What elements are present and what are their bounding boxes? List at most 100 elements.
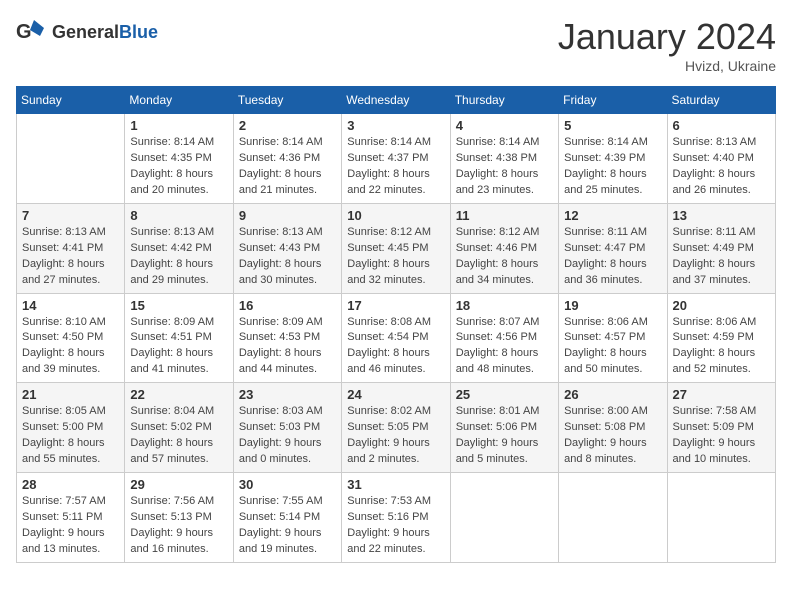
calendar-cell: 18 Sunrise: 8:07 AM Sunset: 4:56 PM Dayli…: [450, 293, 558, 383]
day-info: Sunrise: 8:11 AM Sunset: 4:49 PM Dayligh…: [673, 225, 770, 289]
calendar-cell: 12 Sunrise: 8:11 AM Sunset: 4:47 PM Dayli…: [559, 203, 667, 293]
calendar-week-row: 1 Sunrise: 8:14 AM Sunset: 4:35 PM Daylig…: [17, 114, 776, 204]
calendar-cell: 13 Sunrise: 8:11 AM Sunset: 4:49 PM Dayli…: [667, 203, 775, 293]
day-info: Sunrise: 8:14 AM Sunset: 4:35 PM Dayligh…: [130, 135, 227, 199]
day-info: Sunrise: 8:14 AM Sunset: 4:37 PM Dayligh…: [347, 135, 444, 199]
day-info: Sunrise: 8:06 AM Sunset: 4:57 PM Dayligh…: [564, 315, 661, 379]
day-number: 24: [347, 387, 444, 402]
day-number: 25: [456, 387, 553, 402]
day-info: Sunrise: 8:10 AM Sunset: 4:50 PM Dayligh…: [22, 315, 119, 379]
calendar-cell: 4 Sunrise: 8:14 AM Sunset: 4:38 PM Daylig…: [450, 114, 558, 204]
calendar-cell: 16 Sunrise: 8:09 AM Sunset: 4:53 PM Dayli…: [233, 293, 341, 383]
calendar-cell: 27 Sunrise: 7:58 AM Sunset: 5:09 PM Dayli…: [667, 383, 775, 473]
day-number: 22: [130, 387, 227, 402]
calendar-cell: 22Sunrise: 8:04 AM Sunset: 5:02 PM Dayli…: [125, 383, 233, 473]
day-number: 12: [564, 208, 661, 223]
day-number: 10: [347, 208, 444, 223]
calendar-cell: [667, 473, 775, 563]
day-number: 8: [130, 208, 227, 223]
calendar-cell: 1 Sunrise: 8:14 AM Sunset: 4:35 PM Daylig…: [125, 114, 233, 204]
calendar-cell: 25 Sunrise: 8:01 AM Sunset: 5:06 PM Dayli…: [450, 383, 558, 473]
day-of-week-header: Thursday: [450, 87, 558, 114]
day-info: Sunrise: 8:00 AM Sunset: 5:08 PM Dayligh…: [564, 404, 661, 468]
calendar-cell: 11Sunrise: 8:12 AM Sunset: 4:46 PM Dayli…: [450, 203, 558, 293]
day-number: 4: [456, 118, 553, 133]
calendar-cell: [559, 473, 667, 563]
day-number: 17: [347, 298, 444, 313]
calendar-cell: 10Sunrise: 8:12 AM Sunset: 4:45 PM Dayli…: [342, 203, 450, 293]
day-number: 20: [673, 298, 770, 313]
calendar-cell: 19 Sunrise: 8:06 AM Sunset: 4:57 PM Dayli…: [559, 293, 667, 383]
calendar-cell: 28Sunrise: 7:57 AM Sunset: 5:11 PM Dayli…: [17, 473, 125, 563]
calendar-week-row: 28Sunrise: 7:57 AM Sunset: 5:11 PM Dayli…: [17, 473, 776, 563]
day-of-week-header: Sunday: [17, 87, 125, 114]
day-of-week-header: Friday: [559, 87, 667, 114]
calendar-cell: 3Sunrise: 8:14 AM Sunset: 4:37 PM Daylig…: [342, 114, 450, 204]
day-info: Sunrise: 8:02 AM Sunset: 5:05 PM Dayligh…: [347, 404, 444, 468]
calendar-cell: 14 Sunrise: 8:10 AM Sunset: 4:50 PM Dayli…: [17, 293, 125, 383]
day-info: Sunrise: 8:09 AM Sunset: 4:51 PM Dayligh…: [130, 315, 227, 379]
day-info: Sunrise: 8:01 AM Sunset: 5:06 PM Dayligh…: [456, 404, 553, 468]
day-info: Sunrise: 8:07 AM Sunset: 4:56 PM Dayligh…: [456, 315, 553, 379]
calendar-week-row: 7Sunrise: 8:13 AM Sunset: 4:41 PM Daylig…: [17, 203, 776, 293]
day-number: 11: [456, 208, 553, 223]
calendar-week-row: 14 Sunrise: 8:10 AM Sunset: 4:50 PM Dayli…: [17, 293, 776, 383]
calendar-cell: 6Sunrise: 8:13 AM Sunset: 4:40 PM Daylig…: [667, 114, 775, 204]
calendar-cell: 24 Sunrise: 8:02 AM Sunset: 5:05 PM Dayli…: [342, 383, 450, 473]
calendar-cell: 8 Sunrise: 8:13 AM Sunset: 4:42 PM Daylig…: [125, 203, 233, 293]
calendar-cell: [17, 114, 125, 204]
calendar-cell: 15 Sunrise: 8:09 AM Sunset: 4:51 PM Dayli…: [125, 293, 233, 383]
day-number: 21: [22, 387, 119, 402]
day-info: Sunrise: 8:14 AM Sunset: 4:36 PM Dayligh…: [239, 135, 336, 199]
day-number: 16: [239, 298, 336, 313]
day-number: 26: [564, 387, 661, 402]
day-info: Sunrise: 7:53 AM Sunset: 5:16 PM Dayligh…: [347, 494, 444, 558]
day-info: Sunrise: 8:14 AM Sunset: 4:38 PM Dayligh…: [456, 135, 553, 199]
day-number: 15: [130, 298, 227, 313]
svg-text:G: G: [16, 21, 32, 43]
location-subtitle: Hvizd, Ukraine: [558, 58, 776, 74]
day-number: 18: [456, 298, 553, 313]
calendar-cell: 20 Sunrise: 8:06 AM Sunset: 4:59 PM Dayli…: [667, 293, 775, 383]
day-number: 1: [130, 118, 227, 133]
day-info: Sunrise: 7:58 AM Sunset: 5:09 PM Dayligh…: [673, 404, 770, 468]
logo-blue-text: Blue: [119, 22, 158, 42]
day-info: Sunrise: 8:14 AM Sunset: 4:39 PM Dayligh…: [564, 135, 661, 199]
calendar-cell: 17Sunrise: 8:08 AM Sunset: 4:54 PM Dayli…: [342, 293, 450, 383]
logo-icon: G: [16, 16, 48, 48]
day-number: 5: [564, 118, 661, 133]
day-info: Sunrise: 8:09 AM Sunset: 4:53 PM Dayligh…: [239, 315, 336, 379]
calendar-cell: 23Sunrise: 8:03 AM Sunset: 5:03 PM Dayli…: [233, 383, 341, 473]
page-header: G GeneralBlue January 2024 Hvizd, Ukrain…: [16, 16, 776, 74]
day-number: 9: [239, 208, 336, 223]
day-info: Sunrise: 8:05 AM Sunset: 5:00 PM Dayligh…: [22, 404, 119, 468]
calendar-cell: 21 Sunrise: 8:05 AM Sunset: 5:00 PM Dayli…: [17, 383, 125, 473]
day-number: 6: [673, 118, 770, 133]
calendar-cell: [450, 473, 558, 563]
calendar-header-row: SundayMondayTuesdayWednesdayThursdayFrid…: [17, 87, 776, 114]
calendar-table: SundayMondayTuesdayWednesdayThursdayFrid…: [16, 86, 776, 563]
day-info: Sunrise: 8:11 AM Sunset: 4:47 PM Dayligh…: [564, 225, 661, 289]
day-info: Sunrise: 7:55 AM Sunset: 5:14 PM Dayligh…: [239, 494, 336, 558]
day-number: 19: [564, 298, 661, 313]
calendar-cell: 9Sunrise: 8:13 AM Sunset: 4:43 PM Daylig…: [233, 203, 341, 293]
day-number: 13: [673, 208, 770, 223]
day-number: 27: [673, 387, 770, 402]
logo: G GeneralBlue: [16, 16, 158, 48]
day-of-week-header: Tuesday: [233, 87, 341, 114]
day-of-week-header: Wednesday: [342, 87, 450, 114]
day-number: 23: [239, 387, 336, 402]
logo-general-text: General: [52, 22, 119, 42]
calendar-cell: 30Sunrise: 7:55 AM Sunset: 5:14 PM Dayli…: [233, 473, 341, 563]
day-info: Sunrise: 7:56 AM Sunset: 5:13 PM Dayligh…: [130, 494, 227, 558]
day-info: Sunrise: 8:13 AM Sunset: 4:41 PM Dayligh…: [22, 225, 119, 289]
title-area: January 2024 Hvizd, Ukraine: [558, 16, 776, 74]
day-number: 29: [130, 477, 227, 492]
day-of-week-header: Saturday: [667, 87, 775, 114]
day-number: 14: [22, 298, 119, 313]
calendar-cell: 26 Sunrise: 8:00 AM Sunset: 5:08 PM Dayli…: [559, 383, 667, 473]
day-info: Sunrise: 8:06 AM Sunset: 4:59 PM Dayligh…: [673, 315, 770, 379]
calendar-cell: 5 Sunrise: 8:14 AM Sunset: 4:39 PM Daylig…: [559, 114, 667, 204]
day-number: 2: [239, 118, 336, 133]
day-info: Sunrise: 8:13 AM Sunset: 4:42 PM Dayligh…: [130, 225, 227, 289]
